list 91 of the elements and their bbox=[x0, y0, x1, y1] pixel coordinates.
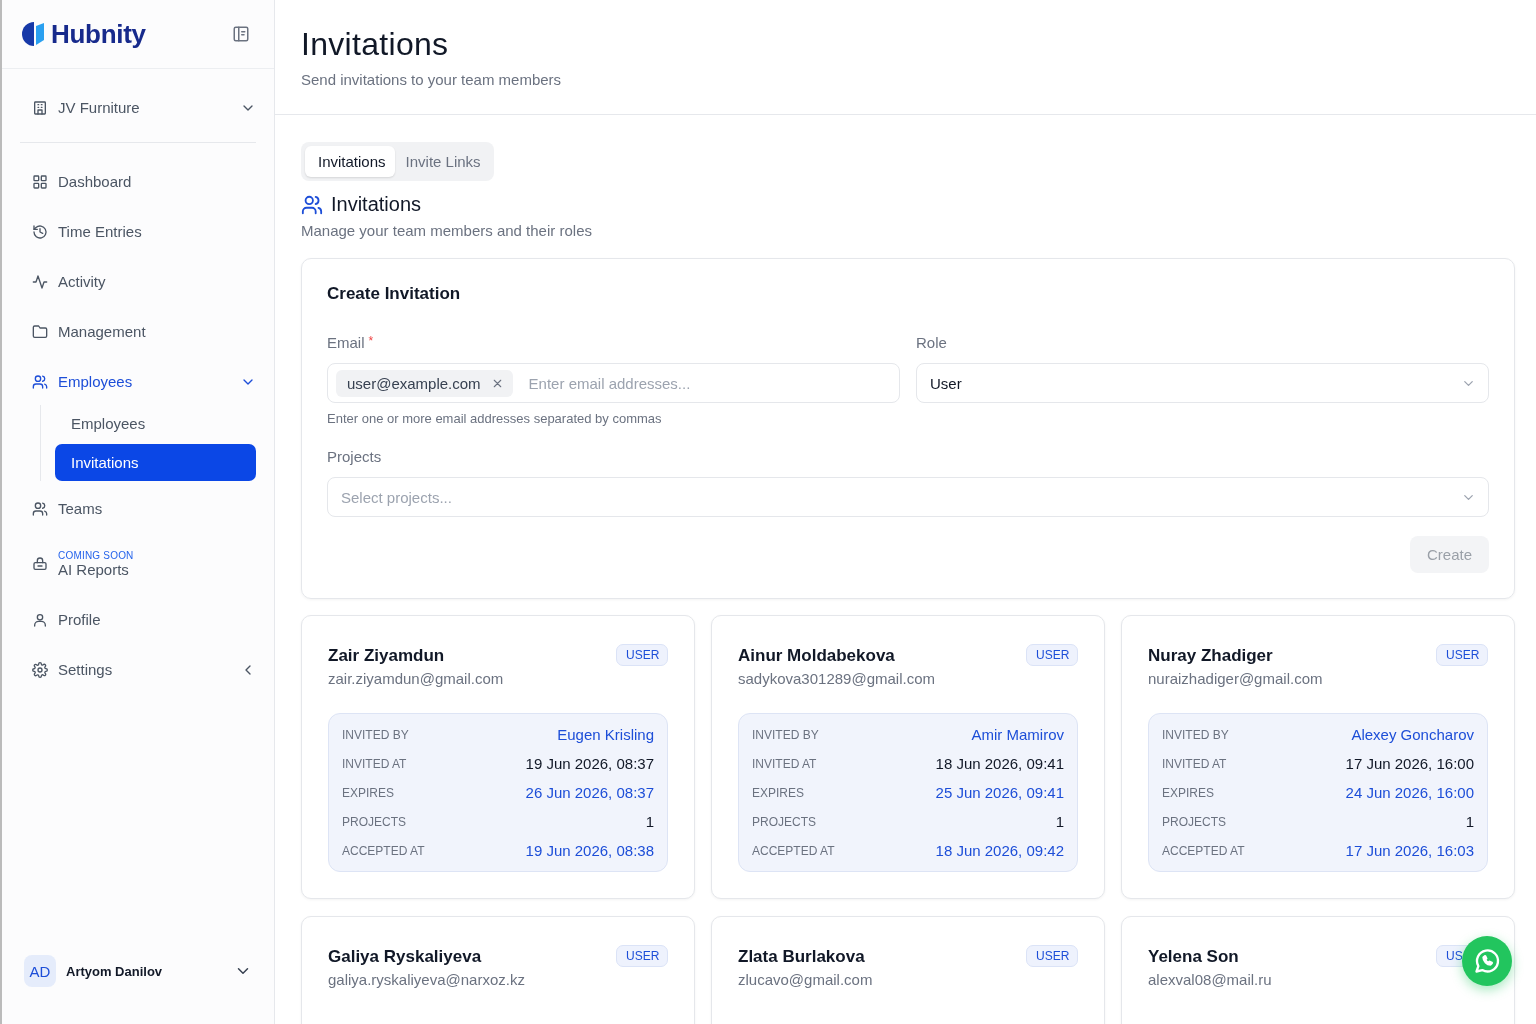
history-icon bbox=[32, 223, 48, 240]
role-badge: USER bbox=[616, 644, 668, 666]
required-mark: * bbox=[368, 334, 374, 350]
nav-item[interactable]: Activity bbox=[32, 263, 256, 300]
detail-value: 1 bbox=[1464, 813, 1474, 830]
user-name[interactable]: Artyom Danilov bbox=[66, 963, 224, 979]
section-subtitle: Manage your team members and their roles bbox=[301, 222, 593, 239]
workspace-selector[interactable]: JV Furniture bbox=[32, 91, 256, 124]
invitee-email: zair.ziyamdun@gmail.com bbox=[328, 670, 504, 687]
invitee-email: alexval08@mail.ru bbox=[1148, 971, 1272, 988]
robot-icon bbox=[32, 556, 48, 572]
building-icon bbox=[32, 99, 48, 116]
detail-value: 1 bbox=[644, 813, 654, 830]
detail-label: INVITED BY bbox=[1162, 727, 1230, 743]
detail-label: PROJECTS bbox=[342, 814, 407, 830]
detail-value: 17 Jun 2026, 16:03 bbox=[1344, 842, 1474, 859]
tab[interactable]: Invitations bbox=[305, 146, 395, 177]
role-badge: USER bbox=[1026, 644, 1078, 666]
folder-icon bbox=[32, 323, 48, 340]
user-icon bbox=[32, 611, 48, 628]
detail-value: 24 Jun 2026, 16:00 bbox=[1344, 784, 1474, 801]
page-title: Invitations bbox=[301, 26, 450, 63]
nav-item[interactable]: Dashboard bbox=[32, 163, 256, 200]
section-title: Invitations bbox=[331, 193, 422, 216]
invitee-email: galiya.ryskaliyeva@narxoz.kz bbox=[328, 971, 525, 988]
grid-icon bbox=[32, 173, 48, 190]
coming-soon-label: COMING SOON bbox=[58, 550, 135, 561]
detail-label: EXPIRES bbox=[342, 785, 396, 801]
detail-value: Amir Mamirov bbox=[970, 726, 1064, 743]
brand-name: Hubnity bbox=[51, 18, 146, 50]
detail-label: INVITED BY bbox=[342, 727, 410, 743]
detail-label: INVITED BY bbox=[752, 727, 820, 743]
nav-item[interactable]: COMING SOON AI Reports bbox=[32, 540, 256, 588]
role-badge: USER bbox=[616, 945, 668, 967]
pulse-icon bbox=[32, 273, 48, 290]
detail-value: 18 Jun 2026, 09:41 bbox=[934, 755, 1064, 772]
detail-value: 1 bbox=[1054, 813, 1064, 830]
detail-value: 26 Jun 2026, 08:37 bbox=[524, 784, 654, 801]
invitee-email: nuraizhadiger@gmail.com bbox=[1148, 670, 1323, 687]
email-field[interactable]: user@example.com Enter email addresses... bbox=[327, 363, 900, 403]
detail-label: ACCEPTED AT bbox=[342, 843, 425, 859]
detail-value: Alexey Goncharov bbox=[1350, 726, 1474, 743]
nav-item[interactable]: Settings bbox=[32, 651, 256, 688]
user-avatar: AD bbox=[24, 955, 56, 987]
invitee-email: sadykova301289@gmail.com bbox=[738, 670, 935, 687]
detail-label: ACCEPTED AT bbox=[1162, 843, 1245, 859]
nav-item[interactable]: Teams bbox=[32, 490, 256, 527]
chat-icon bbox=[1473, 947, 1501, 975]
detail-value: Eugen Krisling bbox=[556, 726, 654, 743]
invitee-email: zlucavo@gmail.com bbox=[738, 971, 873, 988]
invitee-name: Nuray Zhadiger bbox=[1148, 646, 1274, 666]
detail-label: EXPIRES bbox=[1162, 785, 1216, 801]
invitee-name: Galiya Ryskaliyeva bbox=[328, 947, 483, 967]
invitee-name: Zlata Burlakova bbox=[738, 947, 866, 967]
nav-subitem[interactable]: Employees bbox=[55, 405, 256, 442]
settings-icon bbox=[32, 661, 48, 678]
role-select[interactable]: User bbox=[916, 363, 1489, 403]
invitee-name: Ainur Moldabekova bbox=[738, 646, 896, 666]
detail-value: 17 Jun 2026, 16:00 bbox=[1344, 755, 1474, 772]
nav-item[interactable]: Time Entries bbox=[32, 213, 256, 250]
detail-label: PROJECTS bbox=[1162, 814, 1227, 830]
field-label: Projects bbox=[327, 448, 382, 465]
nav-item[interactable]: Profile bbox=[32, 601, 256, 638]
users-icon bbox=[32, 373, 48, 390]
detail-label: INVITED AT bbox=[342, 756, 408, 772]
detail-label: EXPIRES bbox=[752, 785, 806, 801]
role-badge: USER bbox=[1026, 945, 1078, 967]
nav-item[interactable]: Management bbox=[32, 313, 256, 350]
detail-label: PROJECTS bbox=[752, 814, 817, 830]
detail-label: INVITED AT bbox=[1162, 756, 1228, 772]
detail-label: ACCEPTED AT bbox=[752, 843, 835, 859]
detail-value: 18 Jun 2026, 09:42 bbox=[934, 842, 1064, 859]
users-icon bbox=[301, 193, 323, 216]
sidebar-toggle-icon bbox=[232, 25, 250, 43]
field-label: Email bbox=[327, 334, 365, 351]
users-icon bbox=[32, 500, 48, 517]
chip-text: user@example.com bbox=[347, 374, 481, 392]
nav-item[interactable]: Employees bbox=[32, 363, 256, 400]
tab[interactable]: Invite Links bbox=[396, 146, 490, 177]
nav-subitem[interactable]: Invitations bbox=[55, 444, 256, 481]
detail-value: 25 Jun 2026, 09:41 bbox=[934, 784, 1064, 801]
form-title: Create Invitation bbox=[327, 284, 462, 304]
detail-label: INVITED AT bbox=[752, 756, 818, 772]
invitee-name: Zair Ziyamdun bbox=[328, 646, 446, 666]
role-badge: USER bbox=[1436, 644, 1488, 666]
page-subtitle: Send invitations to your team members bbox=[301, 71, 563, 88]
invitee-name: Yelena Son bbox=[1148, 947, 1240, 967]
detail-value: 19 Jun 2026, 08:37 bbox=[524, 755, 654, 772]
field-label: Role bbox=[916, 334, 947, 351]
field-hint: Enter one or more email addresses separated by commas bbox=[327, 411, 663, 426]
detail-value: 19 Jun 2026, 08:38 bbox=[524, 842, 654, 859]
